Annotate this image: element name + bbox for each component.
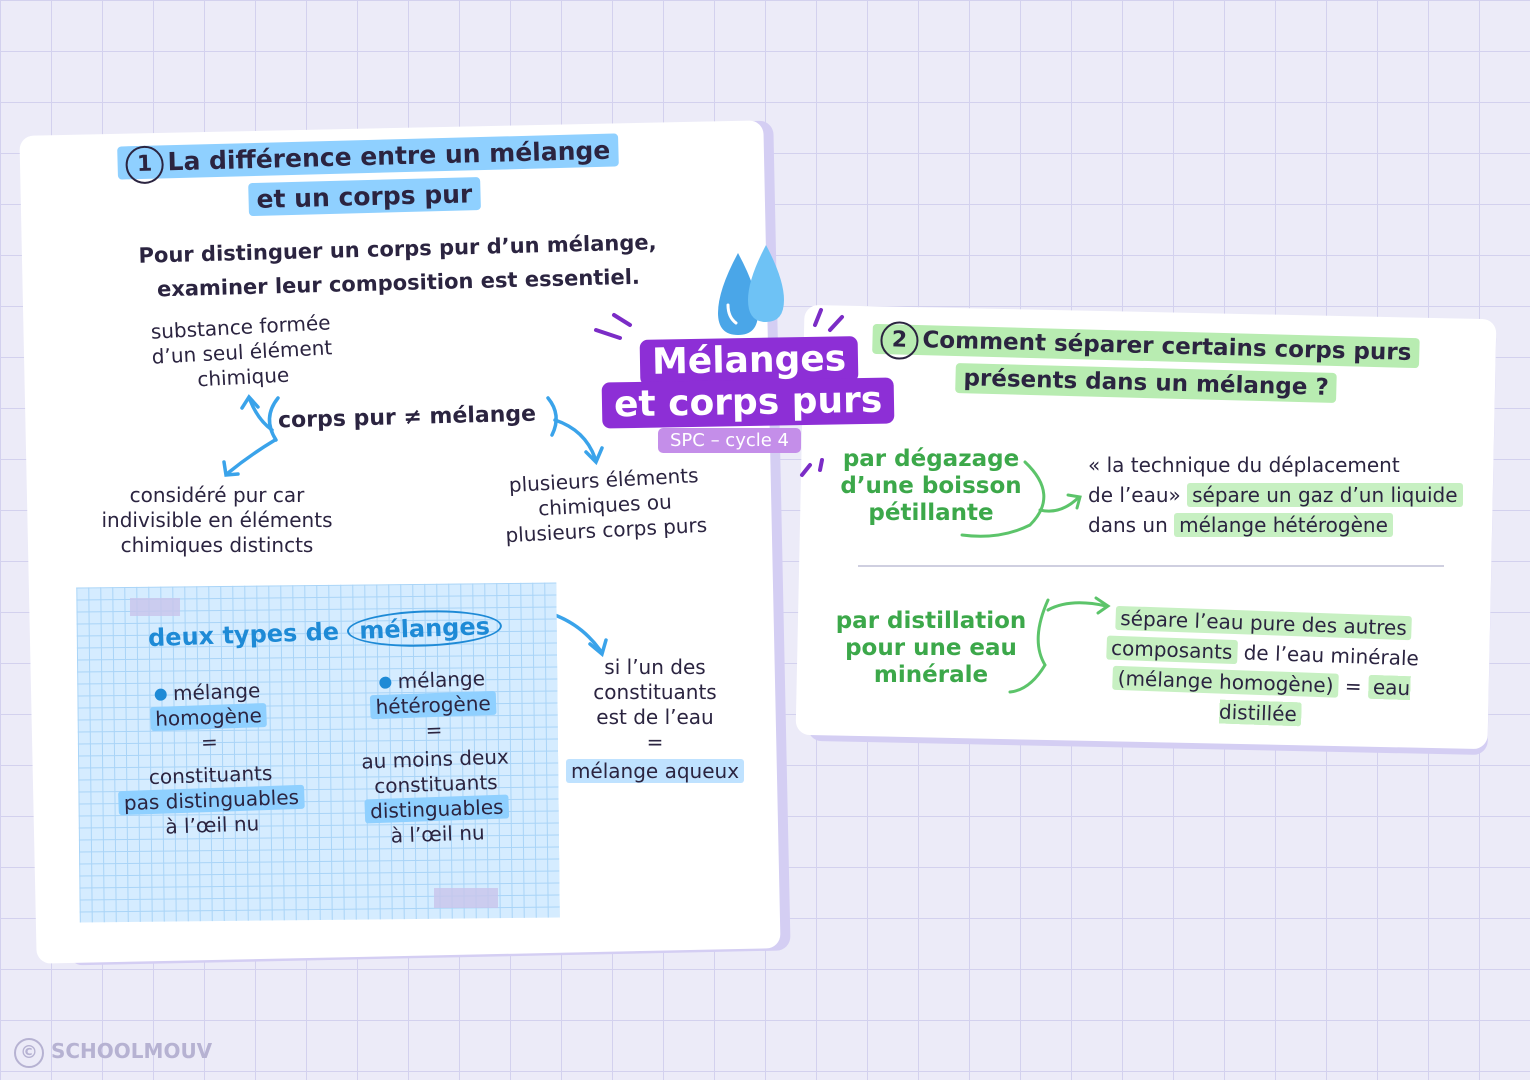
method2-bracket [1010,600,1048,692]
method1-bracket [962,462,1044,536]
brand-name: SCHOOLMOUV [51,1039,212,1063]
copyright-icon: © [14,1038,44,1068]
main-subtitle: SPC – cycle 4 [658,428,801,453]
brand-logo: © SCHOOLMOUV [14,1038,212,1068]
method1-arrow [1040,498,1078,511]
section2-arrows [0,0,1530,1080]
main-title-line2: et corps purs [602,377,895,428]
method2-arrow [1048,603,1106,610]
